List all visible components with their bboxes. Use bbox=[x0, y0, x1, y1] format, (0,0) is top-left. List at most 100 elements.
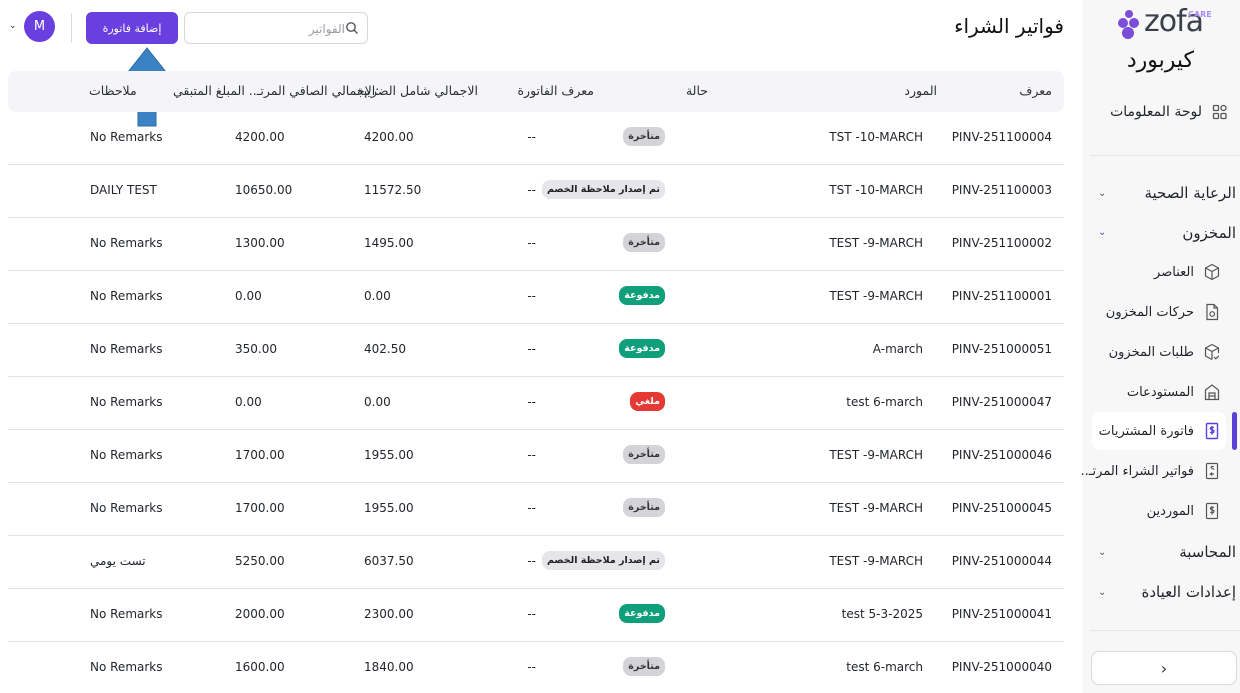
remaining-amount: 1600.00 bbox=[235, 660, 285, 674]
supplier-name: TST -10-MARCH bbox=[829, 130, 923, 144]
notes: No Remarks bbox=[90, 660, 163, 674]
invoice-id[interactable]: PINV-251000045 bbox=[952, 501, 1052, 515]
zofa-logo[interactable]: zofa CARE bbox=[1116, 4, 1216, 44]
notes: No Remarks bbox=[90, 501, 163, 515]
sidebar-item-warehouses[interactable]: المستودعات bbox=[1127, 383, 1220, 401]
invoice-id[interactable]: PINV-251000040 bbox=[952, 660, 1052, 674]
page-title: فواتير الشراء bbox=[954, 14, 1064, 38]
box-icon bbox=[1204, 263, 1220, 281]
table-row[interactable]: PINV-251000040 test 6-march متأخرة -- 1840.0… bbox=[8, 642, 1064, 693]
warehouse-icon bbox=[1204, 383, 1220, 401]
avatar[interactable]: M bbox=[24, 11, 55, 42]
sidebar-item-dashboard[interactable]: لوحة المعلومات bbox=[1110, 104, 1228, 120]
invoice-ref: -- bbox=[527, 130, 536, 144]
collapse-sidebar-button[interactable]: › bbox=[1091, 651, 1237, 685]
invoice-icon bbox=[1204, 422, 1220, 440]
invoice-ref: -- bbox=[527, 501, 536, 515]
invoice-id[interactable]: PINV-251000051 bbox=[952, 342, 1052, 356]
status-badge: تم إصدار ملاحظة الخصم bbox=[541, 551, 665, 570]
table-row[interactable]: PINV-251000046 TEST -9-MARCH متأخرة -- 1955.… bbox=[8, 430, 1064, 483]
sidebar-item-suppliers[interactable]: الموردين bbox=[1147, 502, 1220, 520]
invoice-id[interactable]: PINV-251000041 bbox=[952, 607, 1052, 621]
supplier-name: TEST -9-MARCH bbox=[829, 554, 923, 568]
column-header-notes[interactable]: ملاحظات bbox=[89, 83, 137, 98]
invoice-id[interactable]: PINV-251000047 bbox=[952, 395, 1052, 409]
active-item-indicator bbox=[1232, 412, 1237, 450]
table-row[interactable]: PINV-251000041 test 5-3-2025 مدفوعة -- 2300.… bbox=[8, 589, 1064, 642]
chevron-down-icon[interactable]: ⌄ bbox=[1098, 547, 1106, 558]
status-badge-label: متأخرة bbox=[623, 127, 665, 146]
invoice-id[interactable]: PINV-251100002 bbox=[952, 236, 1052, 250]
sidebar-section-accounting[interactable]: المحاسبة bbox=[1179, 543, 1236, 561]
total-with-tax: 11572.50 bbox=[364, 183, 422, 197]
status-badge: متأخرة bbox=[623, 127, 665, 146]
total-with-tax: 1955.00 bbox=[364, 501, 414, 515]
status-badge-label: تم إصدار ملاحظة الخصم bbox=[541, 551, 665, 570]
invoice-id[interactable]: PINV-251100004 bbox=[952, 130, 1052, 144]
table-row[interactable]: PINV-251100002 TEST -9-MARCH متأخرة -- 1495.… bbox=[8, 218, 1064, 271]
sidebar-item-label: لوحة المعلومات bbox=[1110, 104, 1202, 120]
table-row[interactable]: PINV-251000044 TEST -9-MARCH تم إصدار ملاح… bbox=[8, 536, 1064, 589]
table-row[interactable]: PINV-251000047 test 6-march ملغي -- 0.00 0.00… bbox=[8, 377, 1064, 430]
column-header-status[interactable]: حالة bbox=[686, 83, 708, 98]
notes: No Remarks bbox=[90, 607, 163, 621]
add-invoice-button[interactable]: إضافة فاتورة bbox=[86, 12, 178, 44]
chevron-down-icon[interactable]: ⌄ bbox=[1098, 587, 1106, 598]
remaining-amount: 5250.00 bbox=[235, 554, 285, 568]
sidebar-item-label: حركات المخزون bbox=[1105, 304, 1194, 320]
search-icon bbox=[346, 22, 358, 34]
chevron-down-icon[interactable]: ⌄ bbox=[9, 21, 17, 31]
table-row[interactable]: PINV-251100001 TEST -9-MARCH مدفوعة -- 0.00 0… bbox=[8, 271, 1064, 324]
notes: تست يومي bbox=[90, 554, 146, 568]
supplier-name: TEST -9-MARCH bbox=[829, 236, 923, 250]
sidebar-item-purchase-invoice[interactable]: فاتورة المشتريات bbox=[1099, 422, 1220, 440]
total-with-tax: 4200.00 bbox=[364, 130, 414, 144]
chevron-down-icon[interactable]: ⌄ bbox=[1098, 227, 1106, 238]
column-header-id[interactable]: معرف bbox=[1019, 83, 1052, 98]
table-row[interactable]: PINV-251000051 A-march مدفوعة -- 402.50 350.0… bbox=[8, 324, 1064, 377]
invoice-id[interactable]: PINV-251100003 bbox=[952, 183, 1052, 197]
status-badge-label: مدفوعة bbox=[619, 604, 665, 623]
sidebar-section-clinic-settings[interactable]: إعدادات العيادة bbox=[1141, 583, 1236, 601]
search-input[interactable] bbox=[195, 20, 345, 38]
logo-mark-icon bbox=[1116, 10, 1142, 40]
remaining-amount: 1300.00 bbox=[235, 236, 285, 250]
status-badge-label: تم إصدار ملاحظة الخصم bbox=[541, 180, 665, 199]
remaining-amount: 1700.00 bbox=[235, 448, 285, 462]
sidebar-item-purchase-returns[interactable]: فواتير الشراء المرتـ.. bbox=[1080, 462, 1220, 480]
chevron-down-icon[interactable]: ⌄ bbox=[1098, 188, 1106, 199]
notes: No Remarks bbox=[90, 342, 163, 356]
status-badge: متأخرة bbox=[623, 657, 665, 676]
total-with-tax: 6037.50 bbox=[364, 554, 414, 568]
sidebar-item-stock-movements[interactable]: حركات المخزون bbox=[1106, 303, 1220, 321]
status-badge-label: مدفوعة bbox=[619, 286, 665, 305]
notes: No Remarks bbox=[90, 395, 163, 409]
sidebar-item-stock-requests[interactable]: طلبات المخزون bbox=[1109, 343, 1220, 361]
column-header-net-remaining[interactable]: الإجمالي الصافي المرتـ.. المبلغ المتبقي: bbox=[173, 83, 379, 98]
status-badge: مدفوعة bbox=[619, 339, 665, 358]
remaining-amount: 0.00 bbox=[235, 289, 262, 303]
status-badge-label: ملغي bbox=[630, 392, 665, 411]
table-row[interactable]: PINV-251000045 TEST -9-MARCH متأخرة -- 1955.… bbox=[8, 483, 1064, 536]
invoice-id[interactable]: PINV-251000046 bbox=[952, 448, 1052, 462]
status-badge: تم إصدار ملاحظة الخصم bbox=[541, 180, 665, 199]
invoice-ref: -- bbox=[527, 607, 536, 621]
status-badge-label: متأخرة bbox=[623, 657, 665, 676]
chevron-right-icon: › bbox=[1160, 658, 1168, 678]
invoice-id[interactable]: PINV-251000044 bbox=[952, 554, 1052, 568]
total-with-tax: 0.00 bbox=[364, 289, 391, 303]
total-with-tax: 0.00 bbox=[364, 395, 391, 409]
sidebar-item-items[interactable]: العناصر bbox=[1154, 263, 1220, 281]
sidebar-section-healthcare[interactable]: الرعاية الصحية bbox=[1144, 184, 1236, 202]
table-row[interactable]: PINV-251100004 TST -10-MARCH متأخرة -- 4200.… bbox=[8, 112, 1064, 165]
divider bbox=[71, 13, 72, 43]
invoice-id[interactable]: PINV-251100001 bbox=[952, 289, 1052, 303]
total-with-tax: 2300.00 bbox=[364, 607, 414, 621]
supplier-name: test 6-march bbox=[846, 660, 923, 674]
sidebar-section-inventory[interactable]: المخزون bbox=[1182, 224, 1236, 242]
table-row[interactable]: PINV-251100003 TST -10-MARCH تم إصدار ملاح… bbox=[8, 165, 1064, 218]
column-header-supplier[interactable]: المورد bbox=[904, 83, 937, 98]
supplier-name: TST -10-MARCH bbox=[829, 183, 923, 197]
sidebar-item-label: الموردين bbox=[1146, 503, 1194, 519]
column-header-invoice-ref[interactable]: معرف الفاتورة bbox=[518, 83, 595, 98]
